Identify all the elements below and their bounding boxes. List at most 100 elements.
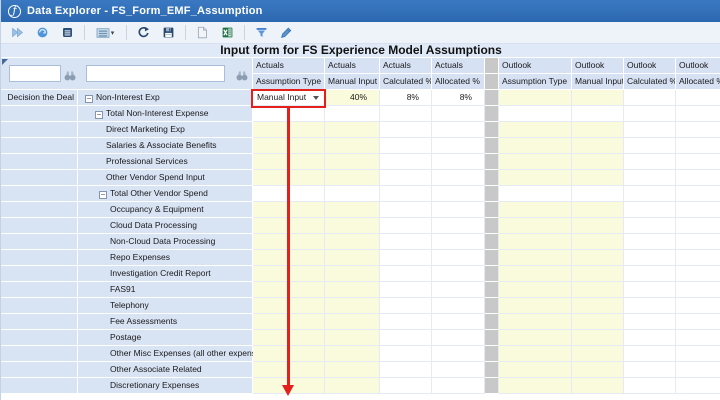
export-excel-icon[interactable] xyxy=(217,24,237,42)
cell-actuals-assumption_type[interactable] xyxy=(253,266,325,282)
cell-actuals-assumption_type[interactable] xyxy=(253,218,325,234)
data-rows-icon[interactable] xyxy=(57,24,77,42)
cell-outlook-assumption_type[interactable] xyxy=(499,378,572,394)
cell-actuals-manual_input[interactable] xyxy=(325,122,380,138)
cell-outlook-manual_input[interactable] xyxy=(572,282,624,298)
cell-actuals-assumption_type[interactable] xyxy=(253,250,325,266)
row-header-member: Occupancy & Equipment xyxy=(78,202,253,218)
cell-actuals-manual_input[interactable] xyxy=(325,154,380,170)
cell-actuals-manual_input[interactable]: 40% xyxy=(325,90,380,106)
cell-outlook-manual_input[interactable] xyxy=(572,314,624,330)
cell-actuals-manual_input[interactable] xyxy=(325,138,380,154)
cell-actuals-assumption_type[interactable] xyxy=(253,378,325,394)
cell-actuals-assumption_type[interactable] xyxy=(253,202,325,218)
cell-actuals-assumption_type[interactable] xyxy=(253,234,325,250)
find-binoculars-icon[interactable] xyxy=(64,68,76,86)
row-header-member: Telephony xyxy=(78,298,253,314)
cell-outlook-manual_input[interactable] xyxy=(572,250,624,266)
cell-actuals-assumption_type[interactable] xyxy=(253,346,325,362)
cell-outlook-assumption_type[interactable] xyxy=(499,170,572,186)
cell-actuals-assumption_type[interactable] xyxy=(253,170,325,186)
cell-actuals-assumption_type[interactable] xyxy=(253,330,325,346)
cell-outlook-manual_input[interactable] xyxy=(572,218,624,234)
cell-outlook-manual_input[interactable] xyxy=(572,378,624,394)
refresh-icon[interactable] xyxy=(133,24,153,42)
cell-actuals-manual_input[interactable] xyxy=(325,234,380,250)
cell-actuals-manual_input[interactable] xyxy=(325,218,380,234)
cell-actuals-manual_input[interactable] xyxy=(325,378,380,394)
member-label: Cloud Data Processing xyxy=(110,220,197,230)
cell-actuals-allocated_pct xyxy=(432,282,485,298)
dimension-search-input[interactable] xyxy=(9,65,61,82)
save-icon[interactable] xyxy=(158,24,178,42)
cell-outlook-assumption_type[interactable] xyxy=(499,298,572,314)
export-document-icon[interactable] xyxy=(192,24,212,42)
cell-outlook-assumption_type[interactable] xyxy=(499,314,572,330)
refresh-data-icon[interactable] xyxy=(32,24,52,42)
layout-dropdown-caret-icon[interactable]: ▾ xyxy=(111,29,115,37)
cell-actuals-manual_input[interactable] xyxy=(325,170,380,186)
cell-actuals-manual_input[interactable] xyxy=(325,202,380,218)
cell-actuals-manual_input[interactable] xyxy=(325,266,380,282)
cell-outlook-assumption_type[interactable] xyxy=(499,362,572,378)
cell-outlook-assumption_type[interactable] xyxy=(499,138,572,154)
assumption-type-dropdown[interactable]: Manual Input xyxy=(253,90,325,106)
cell-outlook-manual_input[interactable] xyxy=(572,138,624,154)
cell-actuals-manual_input[interactable] xyxy=(325,346,380,362)
cell-outlook-manual_input[interactable] xyxy=(572,154,624,170)
cell-outlook-allocated_pct xyxy=(676,138,720,154)
cell-actuals-assumption_type[interactable] xyxy=(253,362,325,378)
cell-actuals-assumption_type[interactable] xyxy=(253,138,325,154)
collapse-toggle-icon[interactable]: − xyxy=(85,95,93,103)
cell-outlook-assumption_type[interactable] xyxy=(499,122,572,138)
find-binoculars-icon[interactable] xyxy=(236,68,248,86)
cell-outlook-assumption_type[interactable] xyxy=(499,330,572,346)
cell-actuals-manual_input[interactable] xyxy=(325,282,380,298)
cell-outlook-manual_input[interactable] xyxy=(572,346,624,362)
cell-outlook-assumption_type[interactable] xyxy=(499,90,572,106)
collapse-toggle-icon[interactable]: − xyxy=(99,191,107,199)
cell-outlook-manual_input[interactable] xyxy=(572,170,624,186)
row-header-dimension xyxy=(1,282,78,298)
cell-outlook-manual_input[interactable] xyxy=(572,266,624,282)
cell-actuals-manual_input[interactable] xyxy=(325,298,380,314)
row-header-member: FAS91 xyxy=(78,282,253,298)
cell-actuals-assumption_type[interactable] xyxy=(253,154,325,170)
cell-actuals-manual_input[interactable] xyxy=(325,362,380,378)
cell-actuals-assumption_type[interactable] xyxy=(253,122,325,138)
cell-outlook-assumption_type[interactable] xyxy=(499,266,572,282)
member-search-input[interactable] xyxy=(86,65,225,82)
collapse-toggle-icon[interactable]: − xyxy=(95,111,103,119)
cell-actuals-manual_input[interactable] xyxy=(325,250,380,266)
cell-outlook-assumption_type[interactable] xyxy=(499,250,572,266)
cell-outlook-assumption_type[interactable] xyxy=(499,202,572,218)
cell-outlook-assumption_type[interactable] xyxy=(499,234,572,250)
cell-actuals-manual_input[interactable] xyxy=(325,330,380,346)
cell-outlook-manual_input[interactable] xyxy=(572,202,624,218)
dropdown-caret-icon[interactable] xyxy=(313,95,319,100)
run-icon[interactable] xyxy=(7,24,27,42)
cell-outlook-assumption_type[interactable] xyxy=(499,154,572,170)
cell-outlook-manual_input[interactable] xyxy=(572,234,624,250)
cell-outlook-assumption_type xyxy=(499,106,572,122)
filter-icon[interactable] xyxy=(251,24,271,42)
cell-outlook-manual_input[interactable] xyxy=(572,90,624,106)
cell-outlook-manual_input[interactable] xyxy=(572,122,624,138)
cell-outlook-manual_input[interactable] xyxy=(572,330,624,346)
cell-outlook-assumption_type[interactable] xyxy=(499,282,572,298)
layout-icon[interactable]: ▾ xyxy=(91,24,119,42)
cell-outlook-calculated_pct xyxy=(624,378,676,394)
section-gap-cell xyxy=(485,154,499,170)
edit-pencil-icon[interactable] xyxy=(276,24,296,42)
cell-actuals-assumption_type[interactable] xyxy=(253,314,325,330)
cell-actuals-assumption_type[interactable] xyxy=(253,282,325,298)
table-row: Direct Marketing Exp xyxy=(1,122,720,138)
cell-outlook-manual_input[interactable] xyxy=(572,362,624,378)
cell-outlook-manual_input[interactable] xyxy=(572,298,624,314)
cell-outlook-assumption_type[interactable] xyxy=(499,346,572,362)
cell-actuals-assumption_type[interactable] xyxy=(253,298,325,314)
cell-outlook-assumption_type[interactable] xyxy=(499,218,572,234)
cell-actuals-allocated_pct xyxy=(432,170,485,186)
row-header-dimension xyxy=(1,122,78,138)
cell-actuals-manual_input[interactable] xyxy=(325,314,380,330)
